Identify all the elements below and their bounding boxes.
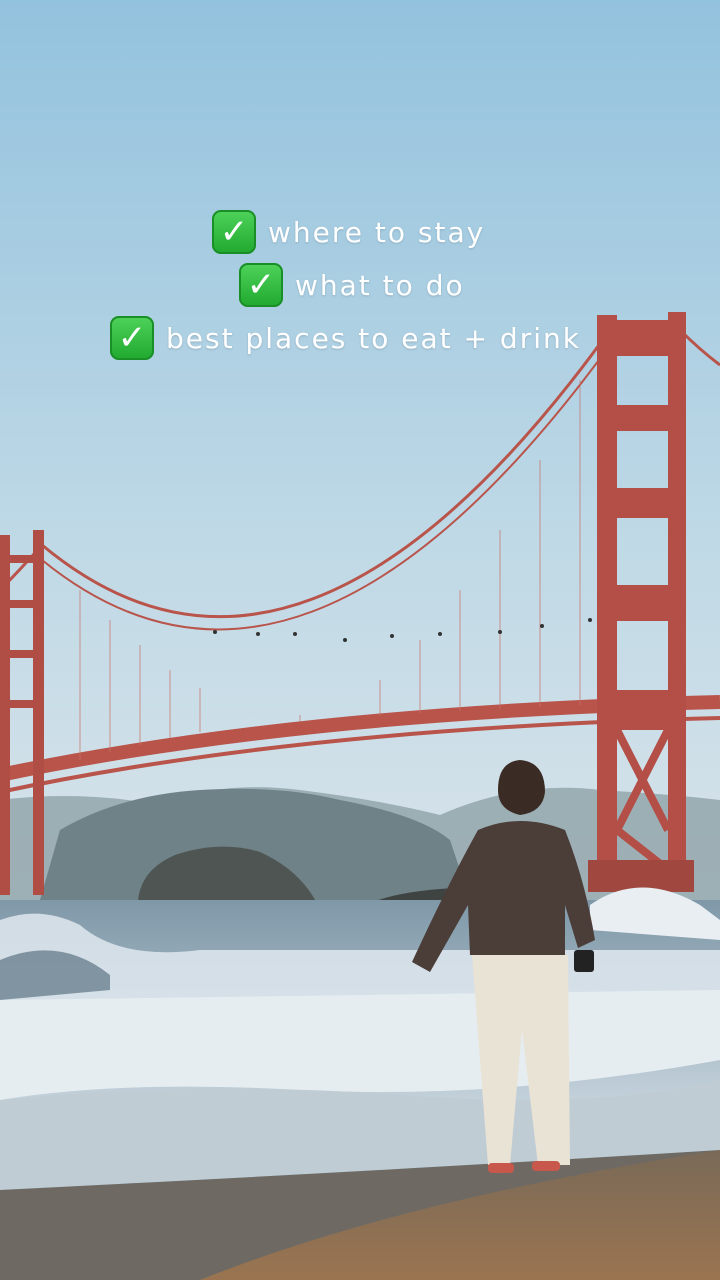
checklist-item-label: best places to eat + drink <box>166 321 581 355</box>
checklist-item-what-to-do: ✓ what to do <box>239 263 465 307</box>
check-mark-icon: ✓ <box>110 316 154 360</box>
checklist-item-where-to-stay: ✓ where to stay <box>212 210 485 254</box>
checklist-item-label: what to do <box>295 268 465 302</box>
check-mark-icon: ✓ <box>212 210 256 254</box>
checklist-item-best-places: ✓ best places to eat + drink <box>110 316 581 360</box>
checklist-item-label: where to stay <box>268 215 486 249</box>
photo-scene <box>0 0 720 1280</box>
check-mark-icon: ✓ <box>239 263 283 307</box>
